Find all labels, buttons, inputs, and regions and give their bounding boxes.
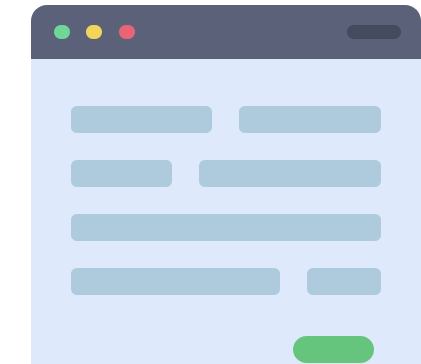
window-maximize-dot-icon[interactable] xyxy=(54,25,70,39)
window-minimize-dot-icon[interactable] xyxy=(86,25,102,39)
form-field-1[interactable] xyxy=(71,106,212,133)
form-field-6[interactable] xyxy=(71,268,280,295)
form-field-5[interactable] xyxy=(71,214,381,241)
address-bar-placeholder xyxy=(347,25,401,39)
window-close-dot-icon[interactable] xyxy=(119,25,135,39)
form-field-7[interactable] xyxy=(307,268,381,295)
form-field-4[interactable] xyxy=(199,160,381,187)
form-area xyxy=(31,59,421,364)
form-field-2[interactable] xyxy=(239,106,381,133)
browser-window xyxy=(31,5,421,364)
title-bar xyxy=(31,5,421,59)
form-field-3[interactable] xyxy=(71,160,172,187)
submit-button[interactable] xyxy=(293,336,374,363)
